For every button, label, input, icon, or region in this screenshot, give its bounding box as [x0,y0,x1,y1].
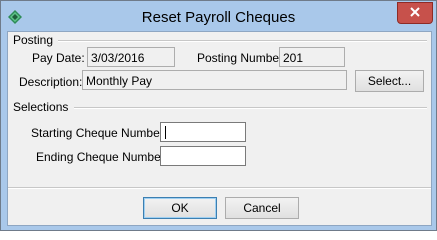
window-title: Reset Payroll Cheques [141,9,296,26]
description-field: Monthly Pay [82,70,347,90]
posting-number-label: Posting Number: [197,51,287,65]
text-caret [165,126,166,139]
title-bar[interactable]: Reset Payroll Cheques [1,1,436,31]
dialog-body: Posting Pay Date: 3/03/2016 Posting Numb… [7,31,432,226]
dialog-window: Reset Payroll Cheques Posting Pay Date: … [0,0,437,231]
ok-button[interactable]: OK [143,197,217,219]
ending-cheque-input[interactable] [160,146,246,166]
cancel-button[interactable]: Cancel [225,197,299,219]
select-button[interactable]: Select... [355,70,424,92]
posting-number-field: 201 [279,47,345,67]
posting-section-label: Posting [13,33,54,47]
selections-divider [74,107,427,109]
buttons-divider [8,187,431,189]
selections-section-label: Selections [13,100,69,114]
starting-cheque-label: Starting Cheque Number: [31,126,168,140]
posting-divider [58,40,427,42]
description-label: Description: [19,75,83,89]
close-button[interactable] [397,2,433,24]
pay-date-field: 3/03/2016 [87,47,175,67]
pay-date-label: Pay Date: [32,51,85,65]
close-icon [409,6,421,20]
ending-cheque-label: Ending Cheque Number: [36,150,169,164]
starting-cheque-input[interactable] [160,122,246,142]
